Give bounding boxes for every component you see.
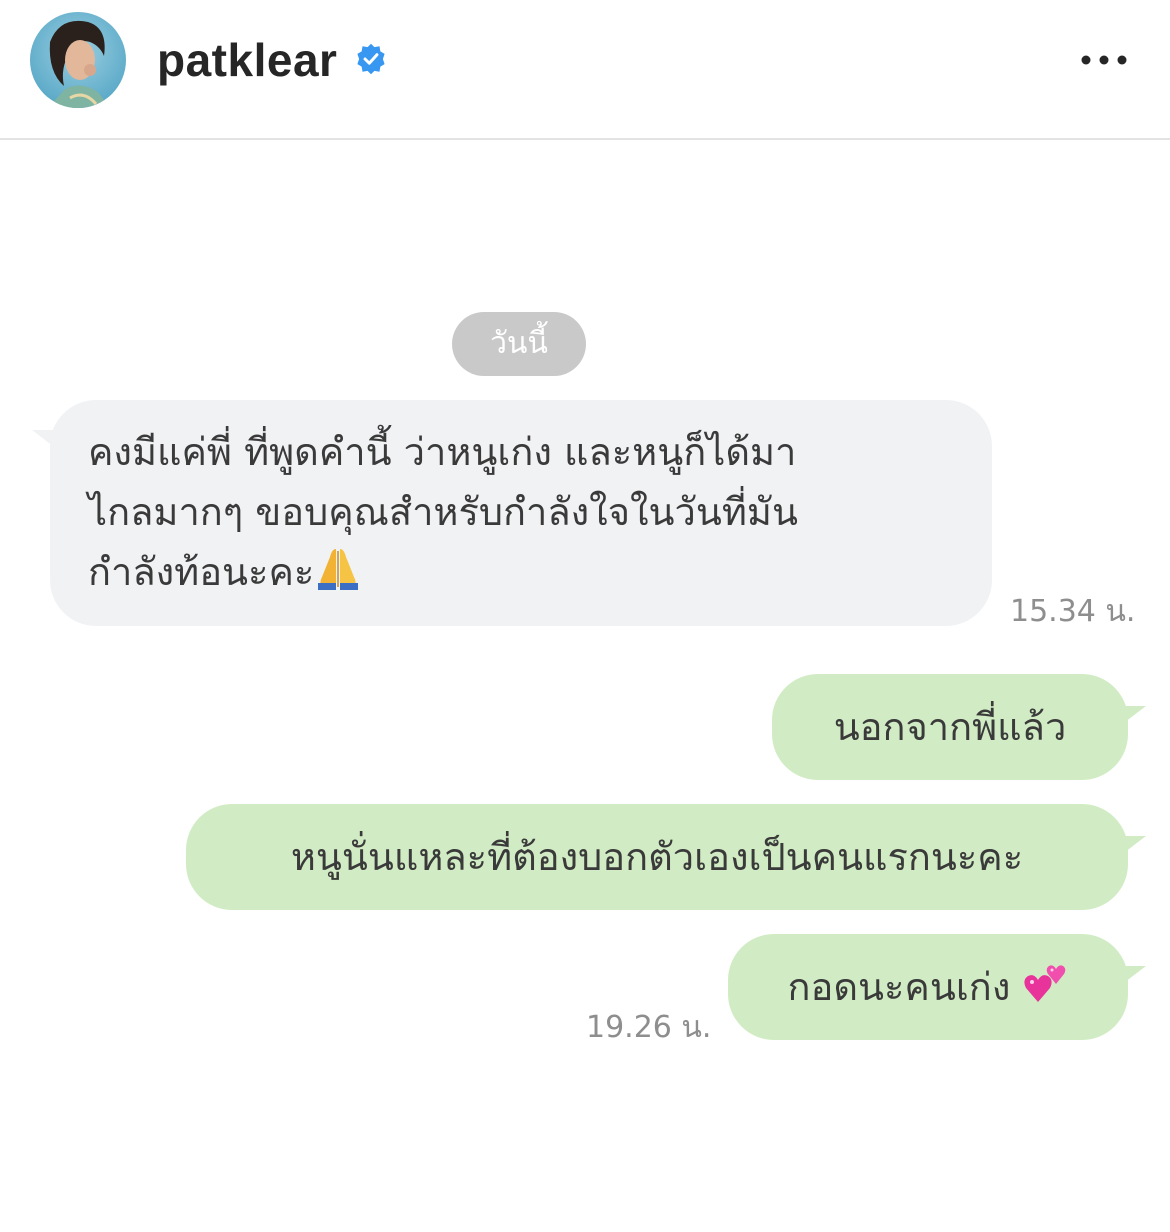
outgoing-message-bubble: นอกจากพี่แล้ว [772,674,1128,780]
outgoing-message-bubble: กอดนะคนเก่ง [728,934,1128,1040]
more-options-icon[interactable] [1074,40,1138,80]
message-timestamp: 15.34 น. [1010,594,1136,629]
profile-avatar[interactable] [30,12,126,108]
message-line-text: กำลังท้อนะคะ [88,550,315,594]
incoming-message-bubble: คงมีแค่พี่ ที่พูดคำนี้ ว่าหนูเก่ง และหนู… [50,400,992,626]
outgoing-message-bubble: หนูนั่นแหละที่ต้องบอกตัวเองเป็นคนแรกนะคะ [186,804,1128,910]
message-line: คงมีแค่พี่ ที่พูดคำนี้ ว่าหนูเก่ง และหนู… [88,430,797,474]
message-line: ไกลมากๆ ขอบคุณสำหรับกำลังใจในวันที่มัน [88,490,798,534]
folded-hands-icon [314,545,362,608]
date-separator: วันนี้ [452,312,586,376]
verified-badge-icon [354,42,388,76]
message-text: กอดนะคนเก่ง [787,965,1023,1009]
avatar-image [30,12,126,108]
message-timestamp: 19.26 น. [586,1010,712,1045]
two-hearts-icon [1022,940,1068,1046]
post-header: patklear [0,0,1170,140]
message-text: นอกจากพี่แล้ว [833,705,1067,749]
message-line: กำลังท้อนะคะ [88,542,962,608]
username[interactable]: patklear [157,30,337,90]
message-text: หนูนั่นแหละที่ต้องบอกตัวเองเป็นคนแรกนะคะ [290,835,1024,879]
